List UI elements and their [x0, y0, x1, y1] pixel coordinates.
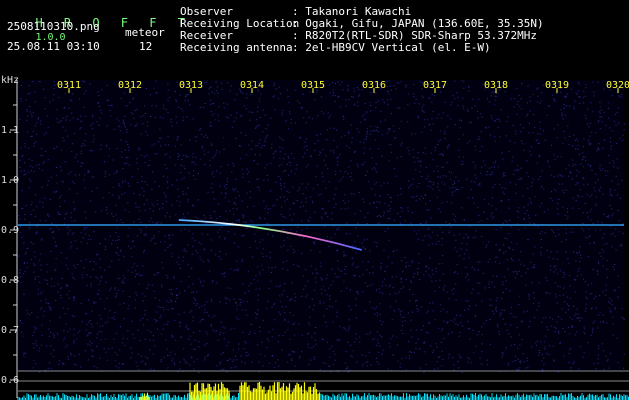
y-tick-label: 1.0	[1, 175, 20, 186]
spectrogram-background	[18, 80, 624, 372]
y-axis-unit: kHz	[1, 75, 20, 86]
spectrogram	[10, 80, 629, 400]
time-label: 0312	[118, 80, 143, 91]
y-tick-label: 0.9	[1, 225, 20, 236]
y-tick-label: 0.6	[1, 375, 20, 386]
time-label: 0319	[545, 80, 570, 91]
time-label: 0313	[179, 80, 204, 91]
time-label: 0317	[423, 80, 448, 91]
time-label: 0316	[362, 80, 387, 91]
y-tick-label: 0.7	[1, 325, 20, 336]
time-label: 0311	[57, 80, 82, 91]
time-label: 0320	[606, 80, 629, 91]
y-tick-label: 1.1	[1, 125, 20, 136]
activity-baseline	[17, 393, 629, 400]
y-tick-label: 0.8	[1, 275, 20, 286]
time-label: 0314	[240, 80, 265, 91]
time-label: 0318	[484, 80, 509, 91]
time-label: 0315	[301, 80, 326, 91]
